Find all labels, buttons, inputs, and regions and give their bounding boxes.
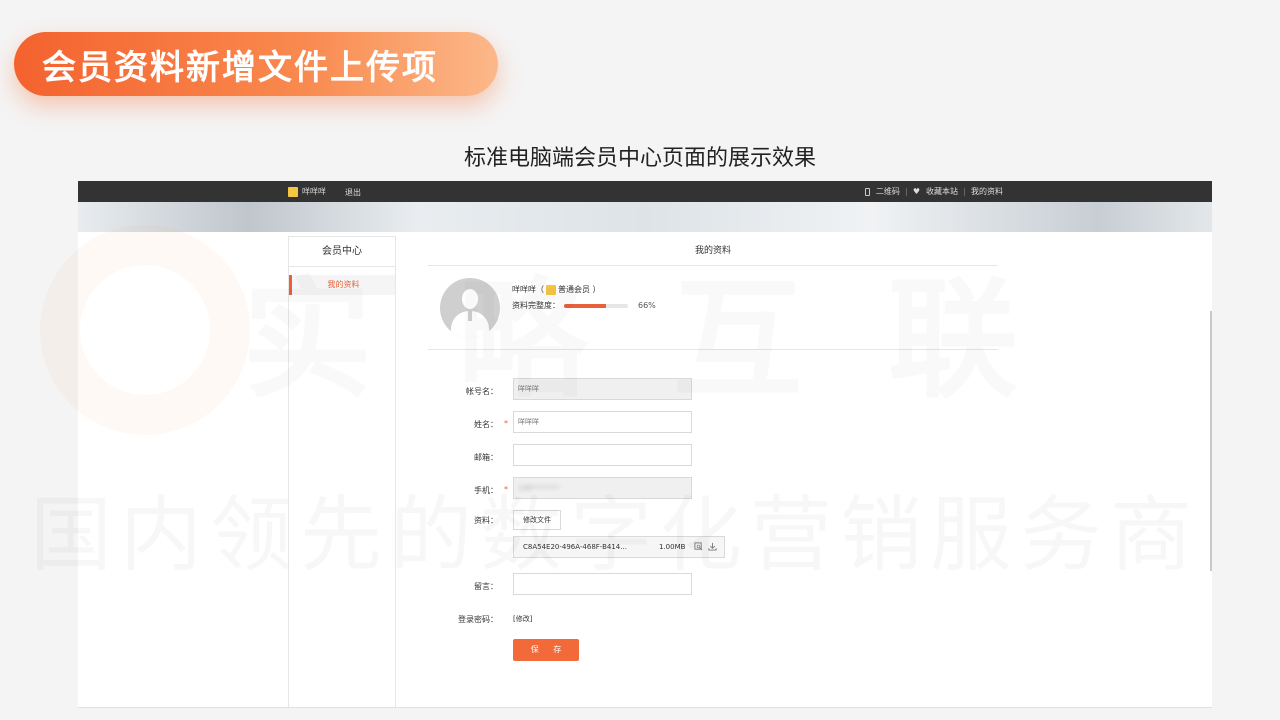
form-row-save: 保 存	[428, 639, 998, 672]
form-row-file: 资料： 修改文件 C8A54E20-496A-468F-B414... 1.00…	[428, 510, 998, 573]
sidebar-item-my-profile[interactable]: 我的资料	[289, 275, 395, 295]
preview-icon[interactable]	[694, 542, 703, 551]
topbar-divider	[964, 187, 965, 196]
profile-summary: 咩咩咩（ 普通会员 ） 资料完整度： 66%	[428, 266, 998, 350]
name-label: 姓名：	[474, 420, 498, 429]
download-icon[interactable]	[708, 542, 717, 551]
profile-completeness: 资料完整度： 66%	[512, 300, 656, 311]
qrcode-link[interactable]: 二维码	[876, 186, 900, 197]
form-row-name: 姓名： * 咩咩咩	[428, 411, 998, 444]
heart-icon: ♥	[912, 187, 920, 196]
message-field[interactable]	[513, 573, 692, 595]
completeness-bar-fill	[564, 303, 607, 308]
change-password-link[interactable]: [修改]	[513, 614, 532, 624]
file-label: 资料：	[474, 516, 498, 525]
required-mark: *	[504, 485, 508, 494]
phone-label: 手机：	[474, 486, 498, 495]
screenshot-frame: 咩咩咩 退出 二维码 ♥ 收藏本站 我的资料 会员中心 我的资料 我的资料 咩咩…	[78, 181, 1212, 708]
form-row-phone: 手机： * 138********	[428, 477, 998, 510]
sidebar: 会员中心 我的资料	[288, 236, 396, 707]
favorite-link[interactable]: 收藏本站	[926, 186, 958, 197]
account-label: 帐号名：	[466, 387, 498, 396]
change-file-button[interactable]: 修改文件	[513, 510, 561, 530]
email-field[interactable]	[513, 444, 692, 466]
member-level: 普通会员 ）	[558, 285, 601, 294]
phone-icon	[864, 187, 870, 196]
sidebar-title: 会员中心	[289, 237, 395, 267]
main-content: 我的资料 咩咩咩（ 普通会员 ） 资料完整度： 66% 帐号名： 咩咩咩 姓名：…	[428, 236, 998, 672]
save-button[interactable]: 保 存	[513, 639, 579, 661]
member-level-icon	[546, 284, 556, 295]
slide-header-text: 会员资料新增文件上传项	[42, 47, 438, 88]
completeness-label: 资料完整度：	[512, 301, 560, 310]
avatar-tie-shape	[468, 311, 472, 321]
profile-name: 咩咩咩（ 普通会员 ）	[512, 284, 601, 295]
completeness-bar	[564, 303, 628, 308]
slide-subtitle: 标准电脑端会员中心页面的展示效果	[463, 146, 816, 171]
avatar[interactable]	[440, 278, 500, 338]
logout-link[interactable]: 退出	[345, 187, 361, 198]
slide-header-pill: 会员资料新增文件上传项	[14, 32, 498, 96]
phone-value: 138********	[518, 484, 560, 492]
name-field[interactable]: 咩咩咩	[513, 411, 692, 433]
password-label: 登录密码：	[458, 615, 498, 624]
top-bar: 咩咩咩 退出 二维码 ♥ 收藏本站 我的资料	[78, 181, 1212, 202]
user-note-icon	[288, 186, 298, 197]
form-row-message: 留言：	[428, 573, 998, 606]
banner-image	[78, 202, 1212, 232]
profile-form: 帐号名： 咩咩咩 姓名： * 咩咩咩 邮箱： 手机： * 138********…	[428, 378, 998, 672]
file-name: C8A54E20-496A-468F-B414...	[523, 543, 627, 551]
avatar-head-shape	[462, 289, 478, 309]
page-title: 我的资料	[428, 236, 998, 266]
my-profile-link[interactable]: 我的资料	[971, 186, 1003, 197]
form-row-password: 登录密码： [修改]	[428, 606, 998, 628]
required-mark: *	[504, 419, 508, 428]
file-size: 1.00MB	[659, 543, 686, 551]
completeness-percent: 66%	[638, 301, 656, 310]
phone-field[interactable]: 138********	[513, 477, 692, 499]
email-label: 邮箱：	[474, 453, 498, 462]
form-row-email: 邮箱：	[428, 444, 998, 477]
topbar-right-links: 二维码 ♥ 收藏本站 我的资料	[864, 186, 1003, 197]
uploaded-file: C8A54E20-496A-468F-B414... 1.00MB	[513, 536, 725, 558]
profile-username: 咩咩咩（	[512, 285, 544, 294]
form-row-account: 帐号名： 咩咩咩	[428, 378, 998, 411]
topbar-divider	[905, 187, 907, 196]
scrollbar[interactable]	[1210, 311, 1212, 571]
message-label: 留言：	[474, 582, 498, 591]
account-field: 咩咩咩	[513, 378, 692, 400]
topbar-username[interactable]: 咩咩咩	[302, 186, 326, 197]
user-menu[interactable]: 咩咩咩	[288, 186, 326, 197]
